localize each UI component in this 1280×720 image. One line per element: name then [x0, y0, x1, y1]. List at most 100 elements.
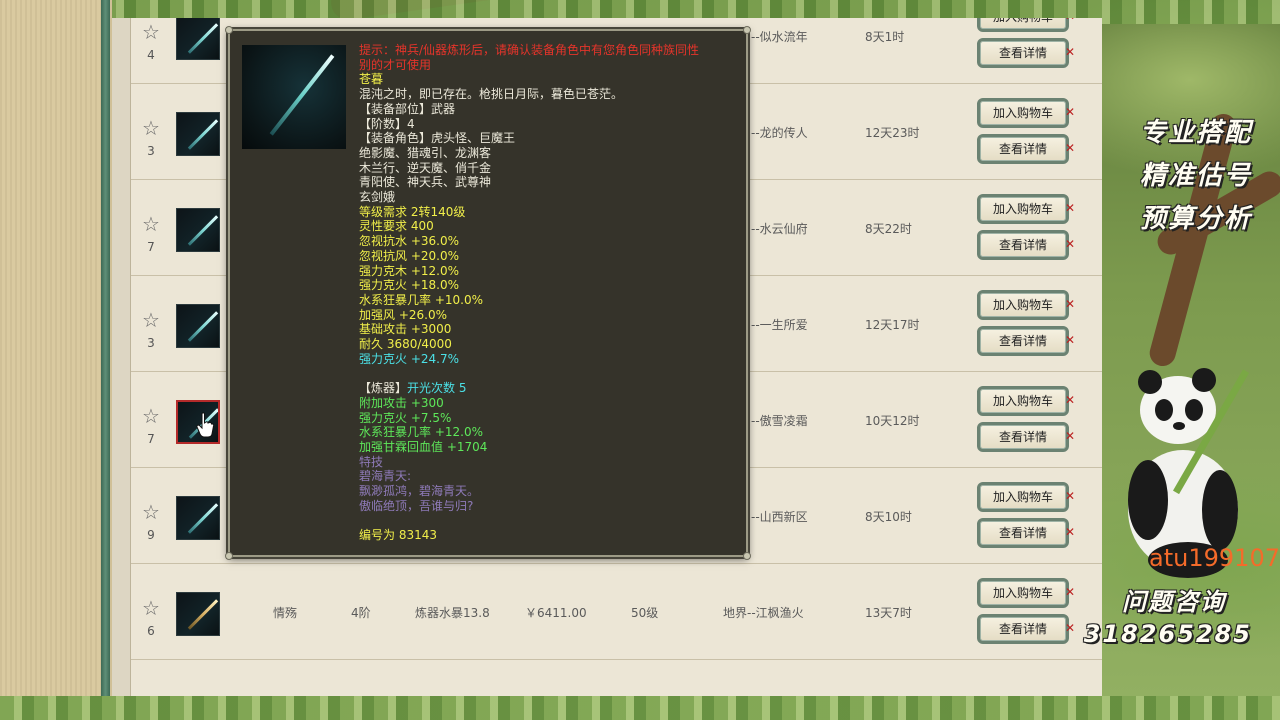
favorite-count: 4 — [147, 48, 155, 62]
tooltip-line: 【阶数】4 — [359, 116, 415, 131]
add-to-cart-button[interactable]: 加入购物车 ✕ — [977, 386, 1075, 416]
promo-qq: 318265285 — [1083, 620, 1252, 648]
item-level: 50级 — [631, 606, 659, 620]
favorite-count: 9 — [147, 528, 155, 542]
tooltip-line: 灵性要求 400 — [359, 219, 434, 234]
tooltip-line — [359, 513, 739, 528]
tooltip-line: 强力克火 +24.7% — [359, 351, 459, 366]
add-to-cart-button[interactable]: 加入购物车 ✕ — [977, 98, 1075, 128]
add-to-cart-button[interactable]: 加入购物车 ✕ — [977, 18, 1075, 32]
item-thumbnail[interactable] — [176, 112, 220, 156]
tooltip-line: 飘渺孤鸿，碧海青天。 — [359, 484, 480, 499]
item-thumbnail[interactable] — [176, 592, 220, 636]
left-parchment-panel — [0, 0, 112, 696]
item-time-left: 8天1时 — [865, 30, 905, 44]
view-details-label: 查看详情 — [998, 238, 1047, 252]
item-thumbnail[interactable] — [176, 496, 220, 540]
refine-header: 【炼器】 — [359, 381, 408, 396]
favorite-star-icon[interactable]: ☆ — [141, 214, 161, 234]
favorite-star-icon[interactable]: ☆ — [141, 310, 161, 330]
view-details-label: 查看详情 — [998, 334, 1047, 348]
remove-icon[interactable]: ✕ — [1065, 585, 1075, 599]
remove-icon[interactable]: ✕ — [1065, 297, 1075, 311]
favorite-star-icon[interactable]: ☆ — [141, 598, 161, 618]
remove-icon[interactable]: ✕ — [1065, 18, 1075, 23]
favorite-star-icon[interactable]: ☆ — [141, 22, 161, 42]
item-time-left: 8天22时 — [865, 222, 912, 236]
favorite-count: 7 — [147, 432, 155, 446]
weapon-icon — [187, 599, 219, 630]
item-thumbnail[interactable] — [176, 18, 220, 60]
item-thumbnail[interactable] — [176, 208, 220, 252]
tooltip-corner — [225, 552, 233, 560]
favorite-count: 6 — [147, 624, 155, 638]
favorite-star-icon[interactable]: ☆ — [141, 502, 161, 522]
tooltip-line: 强力克木 +12.0% — [359, 263, 459, 278]
remove-icon[interactable]: ✕ — [1065, 489, 1075, 503]
view-details-button[interactable]: 查看详情 ✕ — [977, 134, 1075, 164]
favorite-count: 7 — [147, 240, 155, 254]
favorite-star-icon[interactable]: ☆ — [141, 406, 161, 426]
remove-icon[interactable]: ✕ — [1065, 201, 1075, 215]
item-name: 情殇 — [273, 606, 298, 620]
left-decorative-strip — [101, 0, 110, 696]
promo-line-1: 专业搭配 — [1139, 118, 1252, 148]
spear-weapon-icon — [269, 54, 335, 136]
remove-icon[interactable]: ✕ — [1065, 105, 1075, 119]
tooltip-corner — [743, 26, 751, 34]
tooltip-line: 强力克火 +7.5% — [359, 410, 452, 425]
tooltip-line: 耐久 3680/4000 — [359, 337, 452, 352]
tooltip-line: 水系狂暴几率 +10.0% — [359, 292, 483, 307]
remove-icon[interactable]: ✕ — [1065, 45, 1075, 59]
tooltip-line: 提示：神兵/仙器炼形后，请确认装备角色中有您角色同种族同性 — [359, 43, 700, 57]
view-details-button[interactable]: 查看详情 ✕ — [977, 518, 1075, 548]
tooltip-line: 绝影魔、猎魂引、龙渊客 — [359, 145, 492, 160]
item-server: --似水流年 — [751, 30, 808, 44]
item-time-left: 8天10时 — [865, 510, 912, 524]
view-details-button[interactable]: 查看详情 ✕ — [977, 614, 1075, 644]
item-time-left: 12天17时 — [865, 318, 920, 332]
add-to-cart-label: 加入购物车 — [993, 18, 1053, 24]
view-details-label: 查看详情 — [998, 622, 1047, 636]
view-details-button[interactable]: 查看详情 ✕ — [977, 326, 1075, 356]
refine-count: 开光次数 5 — [407, 381, 467, 396]
tooltip-line: 青阳使、神天兵、武尊神 — [359, 175, 492, 190]
view-details-label: 查看详情 — [998, 142, 1047, 156]
view-details-button[interactable]: 查看详情 ✕ — [977, 422, 1075, 452]
hand-pointer-icon — [196, 412, 214, 438]
view-details-button[interactable]: 查看详情 ✕ — [977, 38, 1075, 68]
view-details-button[interactable]: 查看详情 ✕ — [977, 230, 1075, 260]
add-to-cart-button[interactable]: 加入购物车 ✕ — [977, 578, 1075, 608]
tooltip-text: 提示：神兵/仙器炼形后，请确认装备角色中有您角色同种族同性 别的才可使用 苍暮 混沌之… — [359, 43, 739, 543]
tooltip-line: 【炼器】开光次数 5 — [359, 381, 739, 396]
item-server: --傲雪凌霜 — [751, 414, 808, 428]
add-to-cart-button[interactable]: 加入购物车 ✕ — [977, 290, 1075, 320]
background-leaves-bottom — [0, 696, 1280, 720]
tooltip-line: 傲临绝顶，吾谁与归? — [359, 498, 474, 513]
remove-icon[interactable]: ✕ — [1065, 141, 1075, 155]
favorite-star-icon[interactable]: ☆ — [141, 118, 161, 138]
add-to-cart-label: 加入购物车 — [992, 298, 1053, 312]
item-server: --龙的传人 — [751, 126, 808, 140]
add-to-cart-button[interactable]: 加入购物车 ✕ — [977, 482, 1075, 512]
remove-icon[interactable]: ✕ — [1065, 333, 1075, 347]
item-thumbnail[interactable] — [176, 304, 220, 348]
item-server: 地界--江枫渔火 — [723, 606, 804, 620]
add-to-cart-button[interactable]: 加入购物车 ✕ — [977, 194, 1075, 224]
item-server: --山西新区 — [751, 510, 808, 524]
tooltip-line: 特技 — [359, 454, 384, 469]
remove-icon[interactable]: ✕ — [1065, 237, 1075, 251]
item-refine: 炼器水暴13.8 — [415, 606, 490, 620]
tooltip-line: 水系狂暴几率 +12.0% — [359, 425, 483, 440]
promo-line-3: 预算分析 — [1139, 204, 1252, 234]
tooltip-line — [359, 366, 739, 381]
favorite-count: 3 — [147, 336, 155, 350]
tooltip-line: 加强风 +26.0% — [359, 307, 447, 322]
remove-icon[interactable]: ✕ — [1065, 429, 1075, 443]
remove-icon[interactable]: ✕ — [1065, 621, 1075, 635]
remove-icon[interactable]: ✕ — [1065, 525, 1075, 539]
tooltip-line: 附加攻击 +300 — [359, 395, 444, 410]
tooltip-line: 【装备角色】虎头怪、巨魔王 — [359, 131, 516, 146]
remove-icon[interactable]: ✕ — [1065, 393, 1075, 407]
tooltip-line: 加强甘霖回血值 +1704 — [359, 439, 488, 454]
